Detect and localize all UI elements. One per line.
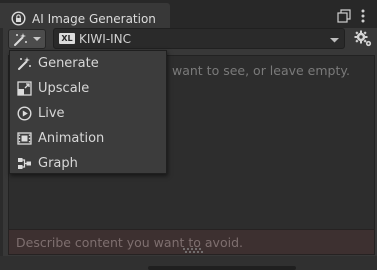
menu-item-live[interactable]: Live bbox=[10, 101, 166, 126]
menu-item-label: Upscale bbox=[38, 81, 90, 96]
play-icon bbox=[17, 106, 32, 121]
menu-item-label: Generate bbox=[38, 56, 99, 71]
menu-item-generate[interactable]: Generate bbox=[10, 51, 166, 76]
menu-item-label: Animation bbox=[38, 131, 105, 146]
more-options-icon[interactable] bbox=[356, 8, 370, 24]
window-titlebar: AI Image Generation bbox=[0, 0, 377, 28]
menu-item-label: Live bbox=[38, 106, 65, 121]
mode-dropdown-menu: Generate Upscale Live Animation Graph bbox=[9, 50, 167, 174]
menu-item-upscale[interactable]: Upscale bbox=[10, 76, 166, 101]
magic-wand-icon bbox=[18, 57, 31, 70]
plugin-logo-icon bbox=[11, 11, 26, 26]
window-title: AI Image Generation bbox=[32, 12, 156, 26]
upscale-icon bbox=[17, 81, 32, 96]
model-badge: XL bbox=[59, 33, 75, 44]
window-tab[interactable]: AI Image Generation bbox=[0, 3, 170, 28]
negative-prompt-placeholder: Describe content you want to avoid. bbox=[16, 235, 243, 250]
settings-gear-icon[interactable] bbox=[354, 30, 372, 47]
resize-handle-icon[interactable] bbox=[182, 247, 204, 254]
graph-icon bbox=[18, 158, 31, 169]
prompt-placeholder: want to see, or leave empty. bbox=[172, 63, 350, 78]
magic-wand-icon bbox=[14, 33, 27, 46]
chevron-down-icon bbox=[33, 37, 41, 41]
model-name: KIWI-INC bbox=[79, 32, 132, 46]
menu-item-animation[interactable]: Animation bbox=[10, 126, 166, 151]
horizontal-scrollbar[interactable] bbox=[148, 266, 296, 270]
model-select[interactable]: XL KIWI-INC bbox=[53, 28, 345, 49]
chevron-down-icon bbox=[330, 38, 339, 43]
panel-edge bbox=[0, 28, 3, 256]
mode-selector-button[interactable] bbox=[8, 29, 46, 49]
maximize-icon[interactable] bbox=[337, 9, 351, 23]
menu-item-graph[interactable]: Graph bbox=[10, 151, 166, 176]
menu-item-label: Graph bbox=[38, 156, 78, 171]
film-icon bbox=[17, 132, 32, 145]
